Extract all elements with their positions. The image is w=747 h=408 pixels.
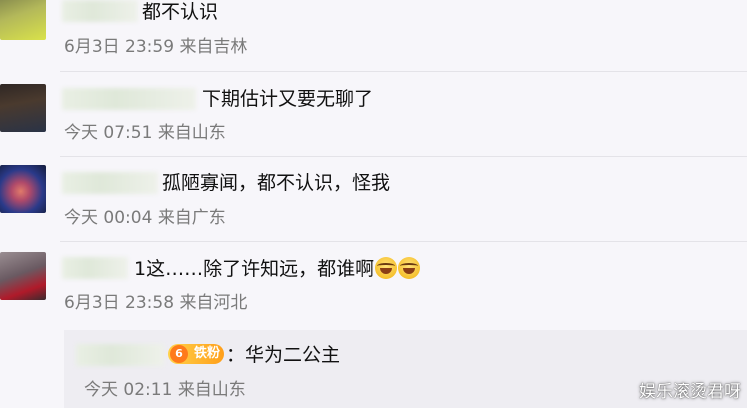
reply-meta: 今天 02:11 来自山东 <box>84 380 246 400</box>
username-blurred[interactable] <box>62 88 196 110</box>
comment-text: 都不认识 <box>142 1 219 23</box>
divider <box>60 241 747 242</box>
fan-badge[interactable]: 6 铁粉 <box>168 344 224 364</box>
comment-time: 今天 07:51 <box>64 123 153 143</box>
comment-location: 来自山东 <box>157 123 226 143</box>
avatar[interactable] <box>0 84 46 132</box>
comment-meta: 6月3日 23:58 来自河北 <box>64 293 247 313</box>
username-blurred[interactable] <box>62 172 158 194</box>
watermark: 娱乐滚烫君呀 <box>639 382 741 402</box>
reply-text: ：华为二公主 <box>226 344 341 366</box>
comment-text: 1这……除了许知远，都谁啊 <box>134 257 421 280</box>
comment-text: 下期估计又要无聊了 <box>202 88 374 110</box>
comment-time: 今天 00:04 <box>64 208 153 228</box>
avatar[interactable] <box>0 0 46 40</box>
comment-time: 6月3日 23:58 <box>64 293 175 313</box>
comment-time: 6月3日 23:59 <box>64 37 175 57</box>
username-blurred[interactable] <box>62 257 128 279</box>
divider <box>60 156 747 157</box>
reply-location: 来自山东 <box>177 380 246 400</box>
badge-level: 6 <box>170 345 188 363</box>
comment-meta: 今天 00:04 来自广东 <box>64 208 226 228</box>
avatar[interactable] <box>0 252 46 300</box>
comment-text-content: 1这……除了许知远，都谁啊 <box>134 258 375 280</box>
badge-label: 铁粉 <box>193 346 220 361</box>
comment-text: 孤陋寡闻，都不认识，怪我 <box>162 172 391 194</box>
comment-location: 来自吉林 <box>179 37 248 57</box>
reply-username-blurred[interactable] <box>76 344 164 366</box>
comment-location: 来自河北 <box>179 293 248 313</box>
reply-time: 今天 02:11 <box>84 380 173 400</box>
laugh-cry-icon <box>375 257 398 279</box>
comment-meta: 今天 07:51 来自山东 <box>64 123 226 143</box>
avatar[interactable] <box>0 165 46 213</box>
username-blurred[interactable] <box>62 0 138 22</box>
divider <box>60 71 747 72</box>
comment-location: 来自广东 <box>157 208 226 228</box>
laugh-cry-icon <box>398 257 421 279</box>
comment-meta: 6月3日 23:59 来自吉林 <box>64 37 247 57</box>
